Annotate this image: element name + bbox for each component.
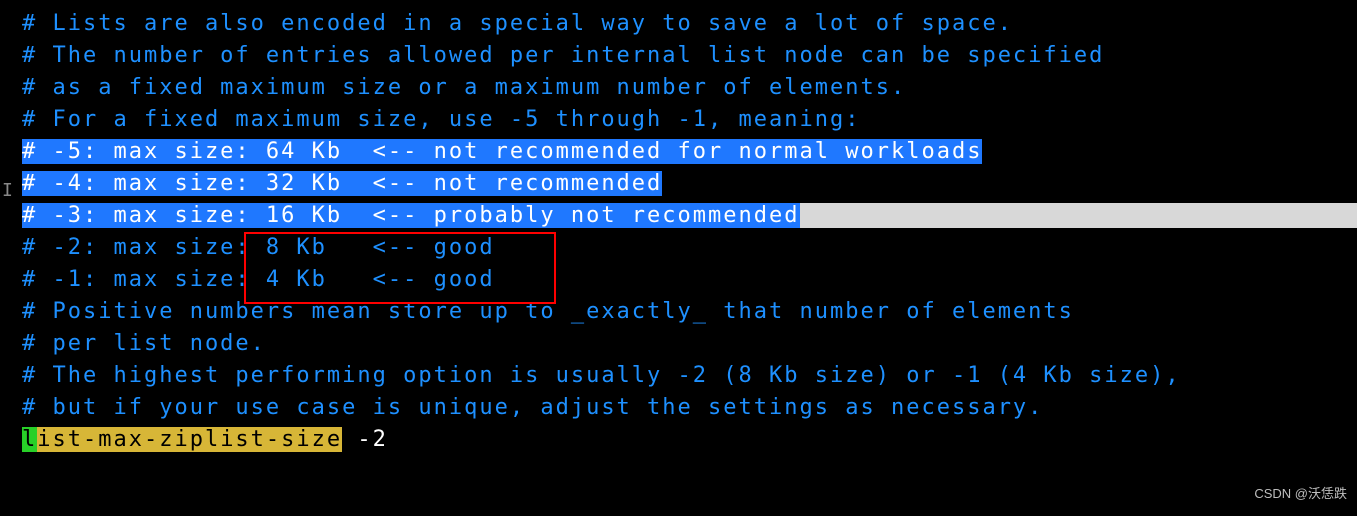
config-comment-line: # The number of entries allowed per inte… [22, 40, 1357, 72]
selection-trailing [800, 203, 1357, 228]
selection-highlight: # -5: max size: 64 Kb <-- not recommende… [22, 139, 982, 164]
text-cursor-icon: I [2, 175, 13, 207]
selection-highlight: # -4: max size: 32 Kb <-- not recommende… [22, 171, 662, 196]
config-comment-line: # For a fixed maximum size, use -5 throu… [22, 104, 1357, 136]
config-comment-line: # per list node. [22, 328, 1357, 360]
config-comment-line: # but if your use case is unique, adjust… [22, 392, 1357, 424]
config-comment-line: # The highest performing option is usual… [22, 360, 1357, 392]
selection-highlight: # -3: max size: 16 Kb <-- probably not r… [22, 203, 800, 228]
config-comment-line: # -2: max size: 8 Kb <-- good [22, 232, 1357, 264]
config-key: list-max-ziplist-size [22, 427, 342, 452]
watermark: CSDN @沃恁跌 [1254, 478, 1347, 510]
match-highlight-rest: ist-max-ziplist-size [37, 427, 342, 452]
match-highlight-first-char: l [22, 427, 37, 452]
config-comment-line: # -1: max size: 4 Kb <-- good [22, 264, 1357, 296]
config-value: -2 [342, 427, 388, 452]
config-comment-line-selected: # -3: max size: 16 Kb <-- probably not r… [22, 200, 1357, 232]
config-directive-line: list-max-ziplist-size -2 [22, 424, 1357, 456]
config-comment-line: # Lists are also encoded in a special wa… [22, 8, 1357, 40]
config-comment-line-selected: # -4: max size: 32 Kb <-- not recommende… [22, 168, 1357, 200]
config-comment-line: # Positive numbers mean store up to _exa… [22, 296, 1357, 328]
config-comment-line-selected: # -5: max size: 64 Kb <-- not recommende… [22, 136, 1357, 168]
terminal-editor[interactable]: # Lists are also encoded in a special wa… [0, 0, 1357, 456]
config-comment-line: # as a fixed maximum size or a maximum n… [22, 72, 1357, 104]
